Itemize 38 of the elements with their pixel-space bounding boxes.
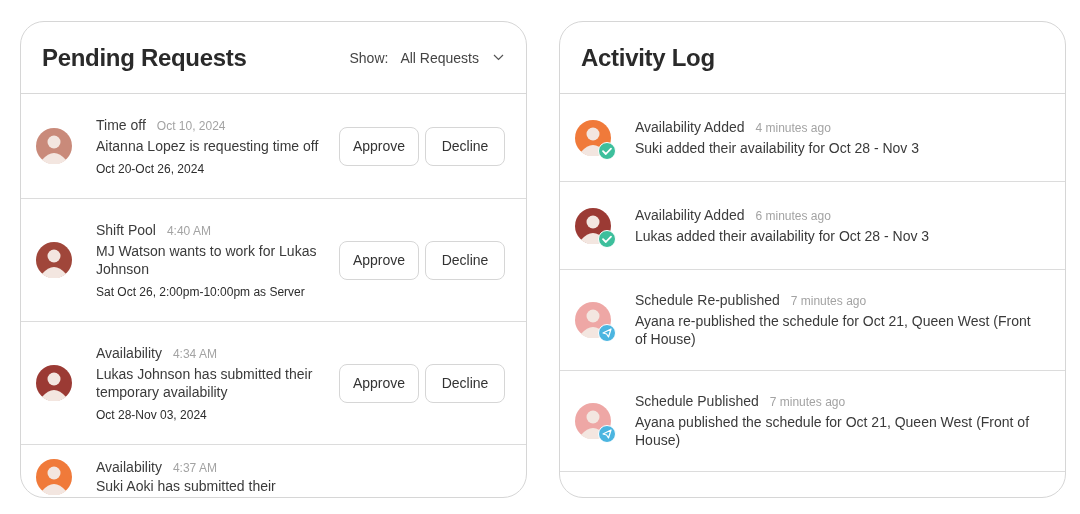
request-description: Suki Aoki has submitted their (96, 477, 277, 495)
request-dates: Sat Oct 26, 2:00pm-10:00pm as Server (96, 284, 306, 299)
activity-time: 7 minutes ago (769, 395, 846, 409)
request-time: Oct 10, 2024 (156, 118, 226, 133)
activity-description: Suki added their availability for Oct 28 - Nov 3 (635, 138, 921, 157)
request-time: 4:37 AM (172, 461, 217, 475)
request-time: 4:40 AM (166, 223, 211, 238)
activity-time: 4 minutes ago (755, 120, 831, 135)
activity-title: Availability Added (635, 206, 745, 223)
activity-description: Lukas added their availability for Oct 28 - Nov 3 (635, 226, 931, 245)
request-description: MJ Watson wants to work for Lukas Johnson (96, 241, 318, 278)
decline-button[interactable]: Decline (425, 363, 505, 403)
activity-title: Availability Added (635, 118, 745, 135)
request-type: Shift Pool (96, 221, 156, 238)
request-type: Availability (96, 459, 162, 475)
card-title: Pending Requests (42, 43, 248, 72)
filter-label: Show: (349, 49, 389, 66)
approve-button[interactable]: Approve (339, 240, 419, 280)
request-dates: Oct 20-Oct 26, 2024 (96, 161, 206, 176)
request-dates: Oct 28-Nov 03, 2024 (96, 407, 208, 422)
activity-time: 7 minutes ago (790, 294, 867, 308)
chevron-down-icon (493, 54, 504, 61)
request-type: Availability (96, 344, 162, 361)
request-description: Aitanna Lopez is requesting time off (96, 136, 320, 155)
activity-description: Ayana re-published the schedule for Oct 21, Queen West (Front of House) (635, 312, 1032, 348)
request-time: 4:34 AM (172, 346, 217, 361)
card-title: Activity Log (581, 43, 716, 72)
activity-title: Schedule Re-published (635, 292, 780, 308)
decline-button[interactable]: Decline (425, 126, 505, 166)
activity-time: 6 minutes ago (755, 208, 831, 223)
filter-dropdown[interactable]: All Requests (400, 49, 504, 66)
approve-button[interactable]: Approve (339, 126, 419, 166)
decline-button[interactable]: Decline (425, 240, 505, 280)
approve-button[interactable]: Approve (339, 363, 419, 403)
request-description: Lukas Johnson has submitted their temporary availability (96, 364, 314, 401)
activity-title: Schedule Published (635, 393, 759, 409)
request-type: Time off (96, 116, 146, 133)
activity-description: Ayana published the schedule for Oct 21, Queen West (Front of House) (635, 413, 1031, 449)
